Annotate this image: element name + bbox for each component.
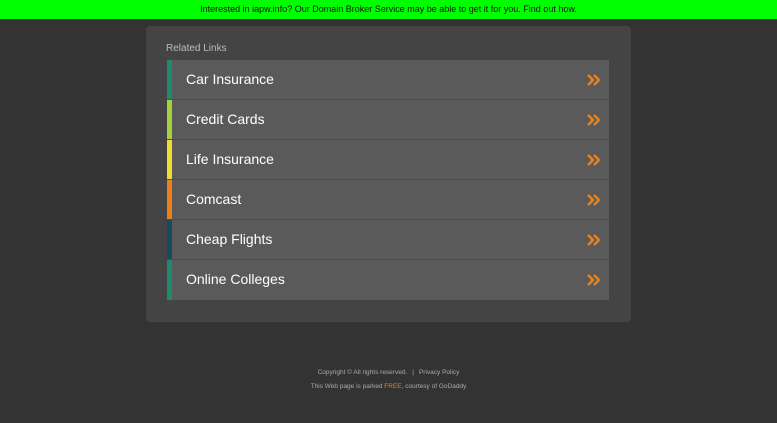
related-link-credit-cards[interactable]: Credit Cards: [167, 100, 609, 140]
page-footer: Copyright © All rights reserved. | Privacy…: [0, 366, 777, 394]
related-link-car-insurance[interactable]: Car Insurance: [167, 60, 609, 100]
parked-prefix: This Web page is parked: [310, 383, 383, 390]
related-link-life-insurance[interactable]: Life Insurance: [167, 140, 609, 180]
related-links-panel: Related Links Car Insurance Credit Cards…: [146, 26, 631, 322]
related-link-online-colleges[interactable]: Online Colleges: [167, 260, 609, 300]
parked-notice: This Web page is parked FREE, courtesy o…: [0, 380, 777, 394]
double-chevron-right-icon: [587, 154, 601, 166]
link-label: Online Colleges: [186, 271, 285, 287]
link-accent-bar: [167, 60, 172, 99]
link-label: Life Insurance: [186, 151, 274, 167]
double-chevron-right-icon: [587, 274, 601, 286]
link-accent-bar: [167, 180, 172, 219]
link-accent-bar: [167, 220, 172, 259]
double-chevron-right-icon: [587, 234, 601, 246]
link-label: Cheap Flights: [186, 231, 273, 247]
related-link-comcast[interactable]: Comcast: [167, 180, 609, 220]
link-label: Comcast: [186, 191, 242, 207]
parked-suffix: , courtesy of GoDaddy: [401, 383, 467, 390]
related-links-list: Car Insurance Credit Cards Life Insuranc…: [167, 60, 609, 300]
link-label: Car Insurance: [186, 71, 274, 87]
double-chevron-right-icon: [587, 74, 601, 86]
copyright-line: Copyright © All rights reserved. | Privacy…: [0, 366, 777, 380]
footer-separator: |: [412, 369, 414, 376]
copyright-text: Copyright © All rights reserved.: [317, 369, 408, 376]
free-link[interactable]: FREE: [384, 383, 401, 390]
double-chevron-right-icon: [587, 114, 601, 126]
link-accent-bar: [167, 260, 172, 300]
double-chevron-right-icon: [587, 194, 601, 206]
link-accent-bar: [167, 140, 172, 179]
link-accent-bar: [167, 100, 172, 139]
related-links-title: Related Links: [166, 43, 227, 54]
link-label: Credit Cards: [186, 111, 265, 127]
privacy-policy-link[interactable]: Privacy Policy: [419, 369, 459, 376]
domain-broker-banner[interactable]: Interested in iapw.info? Our Domain Brok…: [0, 0, 777, 19]
related-link-cheap-flights[interactable]: Cheap Flights: [167, 220, 609, 260]
